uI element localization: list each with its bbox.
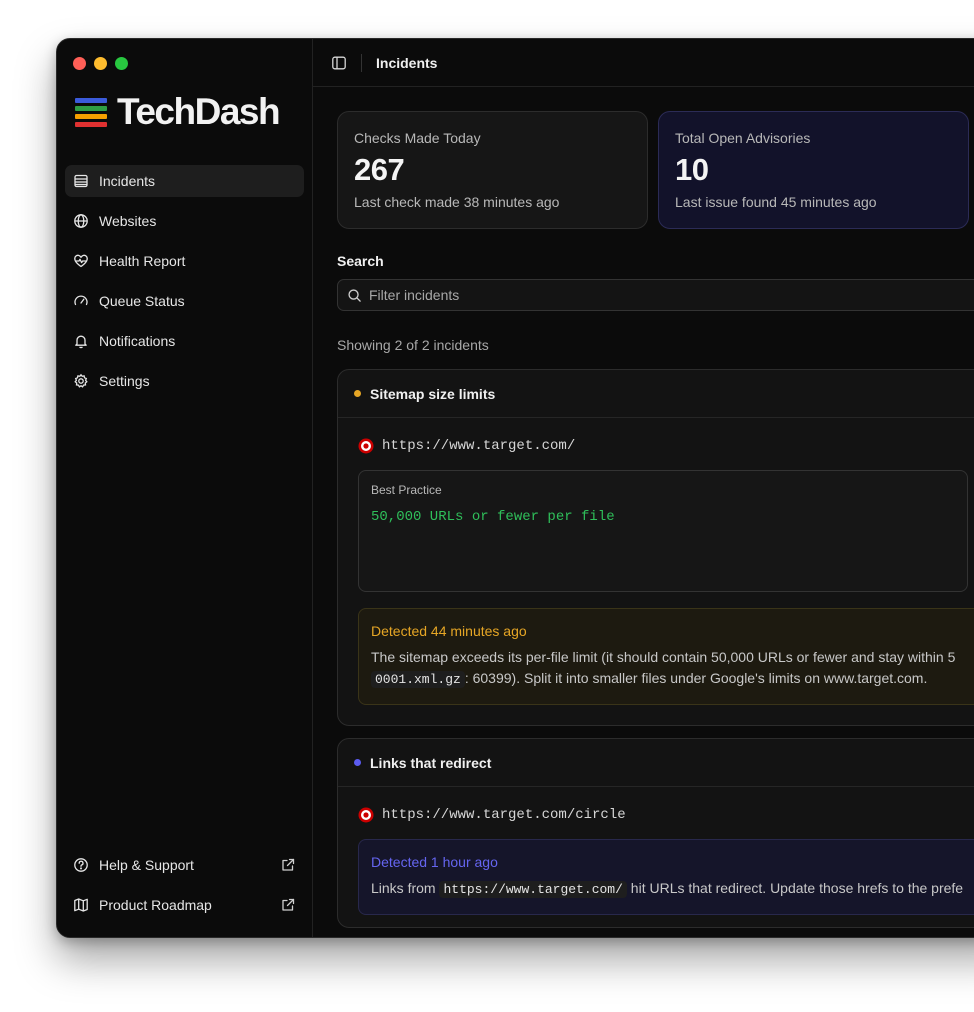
bell-icon [75,335,87,349]
incidents-content: Checks Made Today 267 Last check made 38… [337,111,974,928]
incident-card[interactable]: Links that redirect https://www.target.c… [337,738,974,928]
close-window-button[interactable] [73,57,86,70]
incident-url[interactable]: https://www.target.com/circle [382,807,626,823]
minimize-window-button[interactable] [94,57,107,70]
inline-code: 0001.xml.gz [371,671,465,688]
main-content: Incidents Checks Made Today 267 Last che… [313,39,974,937]
external-link-icon [282,858,295,871]
results-count: Showing 2 of 2 incidents [337,337,489,353]
description-text: Links from [371,880,436,896]
sidebar: TechDash Incidents Websites Health Repor… [57,39,313,937]
incident-url-row: https://www.target.com/ [358,438,974,454]
external-link-icon [282,898,295,911]
sidebar-item-label: Health Report [99,253,186,269]
sidebar-item-label: Websites [99,213,157,229]
gear-icon [74,373,88,388]
sidebar-item-health-report[interactable]: Health Report [65,245,304,277]
logo-mark-icon [75,97,107,127]
stat-subtext: Last check made 38 minutes ago [354,194,560,210]
topbar: Incidents [313,39,974,87]
sidebar-item-label: Settings [99,373,150,389]
target-favicon-icon [358,807,374,823]
detection-notice: Detected 44 minutes ago The sitemap exce… [358,608,974,705]
description-line: : 60399). Split it into smaller files un… [464,670,928,686]
incident-url-row: https://www.target.com/circle [358,807,974,823]
sidebar-item-product-roadmap[interactable]: Product Roadmap [65,889,304,921]
stat-card-advisories: Total Open Advisories 10 Last issue foun… [658,111,969,229]
sidebar-item-notifications[interactable]: Notifications [65,325,304,357]
sidebar-item-incidents[interactable]: Incidents [65,165,304,197]
sidebar-nav: Incidents Websites Health Report Queue S… [65,165,304,405]
heart-pulse-icon [74,254,88,268]
stats-row: Checks Made Today 267 Last check made 38… [337,111,974,229]
sidebar-footer: Help & Support Product Roadmap [65,849,304,929]
globe-icon [74,214,88,228]
detection-notice: Detected 1 hour ago Links from https://w… [358,839,974,915]
detection-time: Detected 1 hour ago [371,854,498,870]
search-box [337,279,974,311]
sidebar-item-queue-status[interactable]: Queue Status [65,285,304,317]
sidebar-item-websites[interactable]: Websites [65,205,304,237]
help-circle-icon [74,858,88,872]
incident-card[interactable]: Sitemap size limits https://www.target.c… [337,369,974,726]
sidebar-item-label: Help & Support [99,857,194,873]
detection-time: Detected 44 minutes ago [371,623,527,639]
page-title: Incidents [376,54,438,71]
stat-label: Checks Made Today [354,130,481,146]
incident-header[interactable]: Links that redirect [338,739,974,787]
severity-dot-icon [354,390,361,397]
description-text: hit URLs that redirect. Update those hre… [630,880,964,896]
app-window: TechDash Incidents Websites Health Repor… [56,38,974,938]
search-icon [348,288,361,302]
incident-title: Sitemap size limits [370,385,496,402]
topbar-divider [361,53,362,72]
stat-subtext: Last issue found 45 minutes ago [675,194,877,210]
map-icon [74,898,88,912]
target-favicon-icon [358,438,374,454]
description-line: The sitemap exceeds its per-file limit (… [371,649,956,665]
gauge-icon [74,295,88,306]
best-practice-value: 50,000 URLs or fewer per file [371,509,615,525]
detection-description: Links from https://www.target.com/ hit U… [371,878,974,900]
stat-label: Total Open Advisories [675,130,811,146]
sidebar-item-label: Queue Status [99,293,185,309]
best-practice-label: Best Practice [371,483,442,497]
app-logo[interactable]: TechDash [75,91,281,133]
window-controls [73,57,128,70]
incident-header[interactable]: Sitemap size limits [338,370,974,418]
best-practice-box: Best Practice 50,000 URLs or fewer per f… [358,470,968,592]
sidebar-item-label: Incidents [99,173,156,189]
list-icon [74,174,88,188]
search-label: Search [337,253,384,269]
sidebar-item-help-support[interactable]: Help & Support [65,849,304,881]
sidebar-item-settings[interactable]: Settings [65,365,304,397]
stat-card-checks: Checks Made Today 267 Last check made 38… [337,111,648,229]
incident-title: Links that redirect [370,754,492,771]
severity-dot-icon [354,759,361,766]
sidebar-item-label: Product Roadmap [99,897,212,913]
sidebar-item-label: Notifications [99,333,176,349]
app-name: TechDash [117,91,281,132]
inline-code: https://www.target.com/ [439,881,627,898]
maximize-window-button[interactable] [115,57,128,70]
stat-value: 267 [354,152,405,187]
toggle-sidebar-icon[interactable] [331,55,347,71]
stat-value: 10 [675,152,709,187]
search-input[interactable] [369,287,969,303]
detection-description: The sitemap exceeds its per-file limit (… [371,647,974,690]
incident-url[interactable]: https://www.target.com/ [382,438,575,454]
